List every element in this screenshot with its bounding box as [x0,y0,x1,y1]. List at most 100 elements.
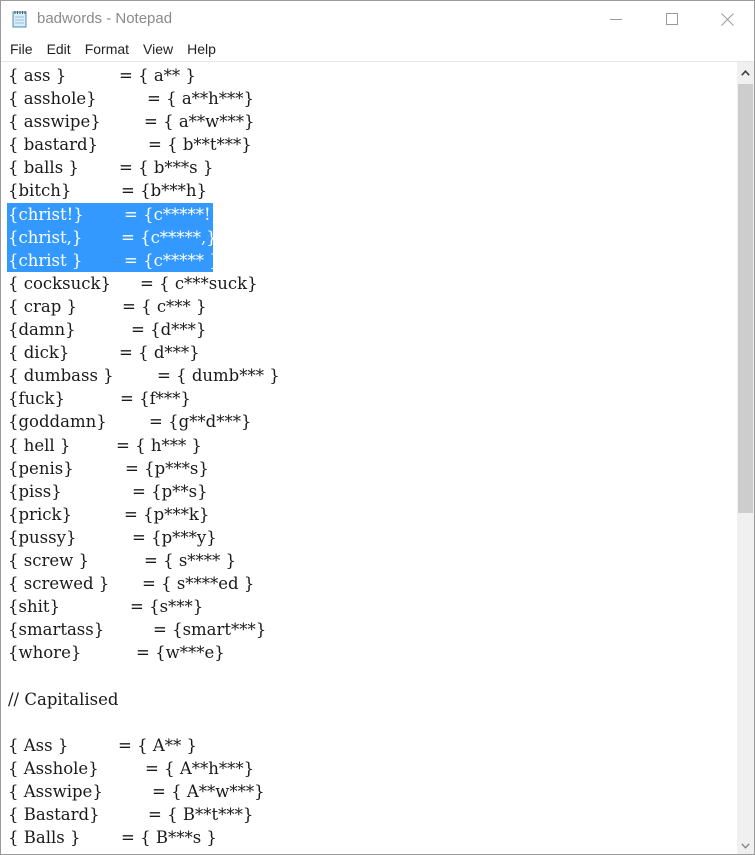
text-line[interactable]: { bastard} = { b**t***} [1,133,736,156]
line-value: = { s****ed } [142,574,255,594]
line-key: { Ass } [8,735,69,755]
text-line-selected[interactable]: {christ,} = {c*****,} [1,225,736,249]
text-line[interactable] [1,664,736,687]
line-value: = {c*****!} [124,204,222,224]
text-line-selected[interactable]: {christ!} = {c*****!} [1,202,736,226]
line-key: { hell } [8,435,71,455]
text-line[interactable]: {piss} = {p**s} [1,480,736,503]
text-line[interactable] [1,711,736,734]
line-value: = { B***s } [121,828,217,848]
line-key: { Bastard} [8,805,100,824]
line-value: = {p***y} [132,527,217,547]
text-line[interactable]: {smartass} = {smart***} [1,618,736,641]
window-title: badwords - Notepad [37,10,173,27]
text-line[interactable]: { balls } = { b***s } [1,156,736,179]
line-key: {whore} [8,643,82,663]
line-value: = { a** } [119,66,196,85]
text-line[interactable]: {whore} = {w***e} [1,641,736,664]
text-line[interactable]: {prick} = {p***k} [1,503,736,526]
line-value: = { h*** } [116,435,202,455]
text-line[interactable]: { hell } = { h*** } [1,434,736,457]
line-key: {christ,} [8,227,83,247]
line-value: = {smart***} [153,620,267,640]
line-key: { Asshole} [8,758,99,778]
text-line[interactable]: { Asshole} = { A**h***} [1,757,736,780]
line-key: { crap } [8,296,78,316]
line-value: = { b***s } [119,158,214,178]
text-line[interactable]: {bitch} = {b***h} [1,179,736,202]
line-key: { Asswipe} [8,781,103,801]
line-key: {christ } [8,250,83,270]
line-key: {bitch} [8,181,72,201]
line-value: = { A** } [118,735,197,755]
line-value: = {d***} [131,320,207,340]
title-bar[interactable]: badwords - Notepad [1,1,754,37]
line-key: {piss} [8,481,62,501]
line-value: = { A**w***} [152,781,265,801]
text-line[interactable]: { cocksuck} = { c***suck} [1,272,736,295]
text-line[interactable]: { ass } = { a** } [1,64,736,87]
text-line[interactable]: { asswipe} = { a**w***} [1,110,736,133]
minimize-button[interactable] [588,1,644,37]
chevron-up-icon [741,69,750,76]
line-key: { Balls } [8,828,81,848]
line-key: { dumbass } [8,366,114,386]
line-value: = { b**t***} [148,135,252,155]
line-key: { balls } [8,158,79,178]
line-key: { screw } [8,550,89,570]
line-key: { ass } [8,66,67,85]
line-value: = { c***suck} [140,273,258,293]
text-line[interactable]: { crap } = { c*** } [1,295,736,318]
close-button[interactable] [699,1,754,37]
text-line[interactable]: {shit} = {s***} [1,595,736,618]
text-line[interactable]: {damn} = {d***} [1,318,736,341]
text-line[interactable]: { dumbass } = { dumb*** } [1,364,736,387]
line-value: = { d***} [119,343,200,363]
text-line[interactable]: { asshole} = { a**h***} [1,87,736,110]
line-key: {penis} [8,458,74,478]
text-line[interactable]: { Balls } = { B***s } [1,826,736,849]
menu-edit[interactable]: Edit [40,38,78,60]
text-line[interactable]: { Bastard} = { B**t***} [1,803,736,826]
line-value: = {g**d***} [149,412,252,432]
maximize-button[interactable] [644,1,700,37]
line-key: { screwed } [8,574,110,594]
text-line[interactable]: { screwed } = { s****ed } [1,572,736,595]
line-key: { cocksuck} [8,273,111,293]
chevron-down-icon [741,842,750,849]
scroll-up-button[interactable] [737,64,754,81]
scroll-down-button[interactable] [737,837,754,854]
text-line[interactable]: {goddamn} = {g**d***} [1,410,736,433]
text-line[interactable]: // Capitalised [1,688,736,711]
line-value: = {p***k} [124,504,210,524]
vertical-scrollbar[interactable] [737,62,754,854]
line-value: = { s**** } [144,550,237,570]
text-line[interactable]: { dick} = { d***} [1,341,736,364]
menu-view[interactable]: View [136,38,180,60]
notepad-window: badwords - Notepad File Edit Format View… [0,0,755,855]
text-line[interactable]: {penis} = {p***s} [1,457,736,480]
line-value: = {p**s} [132,481,208,501]
line-key: {shit} [8,597,60,617]
scroll-thumb[interactable] [738,84,753,513]
text-line[interactable]: { screw } = { s**** } [1,549,736,572]
text-line-selected[interactable]: {christ } = {c***** } [1,248,736,272]
line-key: {prick} [8,504,72,524]
text-line[interactable]: {pussy} = {p***y} [1,526,736,549]
text-line[interactable]: {fuck} = {f***} [1,387,736,410]
line-value: = { c*** } [122,296,207,316]
line-value: = {c***** } [124,250,220,270]
line-value: = {b***h} [121,181,208,201]
menu-file[interactable]: File [1,38,40,60]
text-line[interactable]: { Ass } = { A** } [1,734,736,757]
close-icon [720,12,734,26]
menu-help[interactable]: Help [180,38,223,60]
line-value: = { A**h***} [145,758,255,778]
line-value: = {w***e} [136,643,225,663]
menu-bar: File Edit Format View Help [1,37,754,61]
line-key: {damn} [8,320,76,340]
line-key: { asswipe} [8,112,101,132]
menu-format[interactable]: Format [78,38,136,60]
text-line[interactable]: { Asswipe} = { A**w***} [1,780,736,803]
text-area[interactable]: { ass } = { a** }{ asshole} = { a**h***}{ … [1,64,736,854]
